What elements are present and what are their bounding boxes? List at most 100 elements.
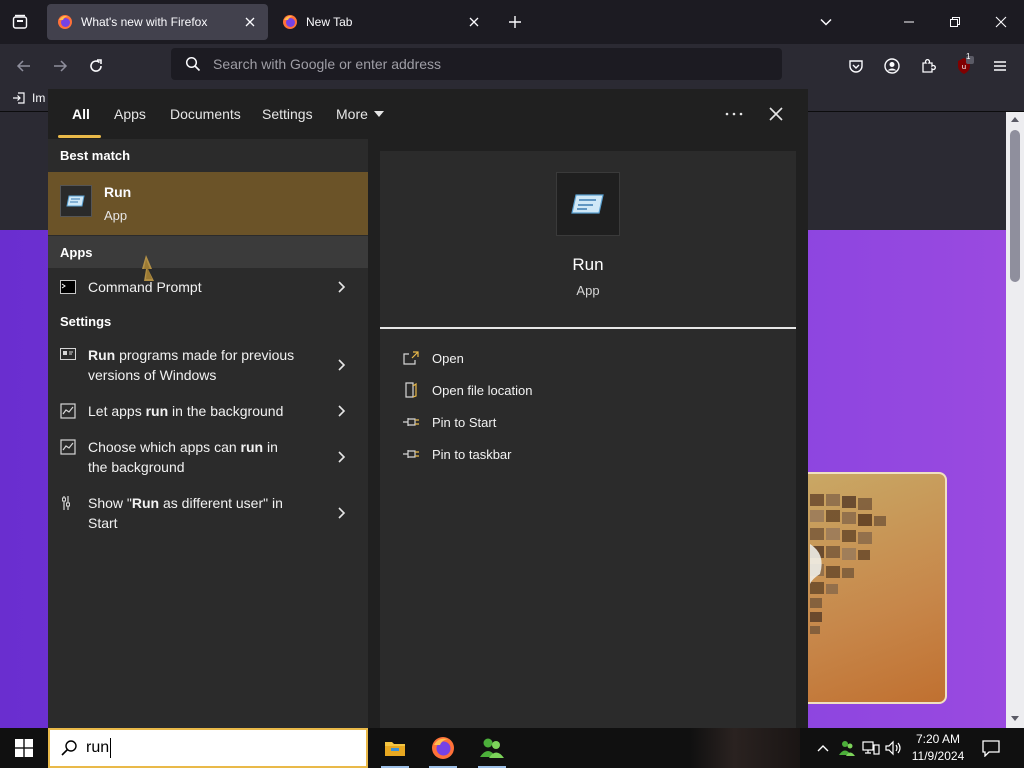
best-match-type: App	[104, 208, 128, 223]
highlight: run	[240, 439, 264, 455]
volume-icon[interactable]	[884, 738, 904, 758]
taskbar-wallpaper-area	[690, 728, 800, 768]
extension-badge-count: 1	[966, 52, 971, 61]
svg-text:u: u	[962, 63, 966, 71]
search-icon	[185, 56, 201, 72]
highlight: run	[145, 403, 169, 419]
taskbar-clock[interactable]: 7:20 AM 11/9/2024	[905, 731, 971, 765]
taskbar-people-app[interactable]	[468, 728, 516, 768]
page-scrollbar-thumb[interactable]	[1010, 130, 1020, 282]
browser-tabstrip: What's new with Firefox New Tab	[0, 0, 1024, 44]
result-label: Command Prompt	[88, 279, 202, 295]
action-pin-to-start[interactable]: Pin to Start	[402, 412, 496, 432]
reload-icon[interactable]	[82, 52, 110, 80]
network-icon[interactable]	[861, 738, 881, 758]
result-choose-apps-run-background[interactable]: Choose which apps can run in the backgro…	[48, 437, 368, 477]
clock-time: 7:20 AM	[915, 732, 961, 746]
taskbar-search-value: run	[86, 739, 110, 756]
clock-date: 11/9/2024	[911, 749, 965, 763]
tab-settings[interactable]: Settings	[262, 106, 313, 122]
pin-icon	[402, 446, 420, 462]
tab-close-icon[interactable]	[466, 14, 482, 30]
ublock-extension-icon[interactable]: u 1	[950, 52, 978, 80]
action-label: Pin to taskbar	[432, 446, 512, 462]
pin-icon	[402, 414, 420, 430]
firefox-view-icon[interactable]	[8, 10, 32, 34]
background-apps-icon	[60, 439, 76, 455]
hamburger-menu-icon[interactable]	[986, 52, 1014, 80]
windows-search-panel: All Apps Documents Settings More Best ma…	[48, 89, 808, 728]
people-app-icon	[479, 737, 505, 759]
action-label: Open	[432, 350, 464, 366]
section-best-match: Best match	[60, 148, 131, 163]
chevron-right-icon[interactable]	[335, 358, 349, 372]
close-icon[interactable]	[764, 102, 788, 126]
firefox-favicon-icon	[282, 14, 298, 30]
action-open-file-location[interactable]: Open file location	[402, 380, 532, 400]
search-results-list: Best match Run App Apps Command Prompt S…	[48, 139, 368, 728]
back-arrow-icon[interactable]	[10, 52, 38, 80]
address-bar[interactable]: Search with Google or enter address	[171, 48, 782, 80]
tab-more[interactable]: More	[336, 106, 384, 122]
more-options-ellipsis-icon[interactable]	[721, 102, 747, 126]
result-command-prompt[interactable]: Command Prompt	[48, 277, 368, 297]
start-windows-icon[interactable]	[0, 728, 48, 768]
run-app-icon	[60, 185, 92, 217]
window-restore-icon[interactable]	[932, 0, 978, 44]
scroll-up-arrow-icon[interactable]	[1011, 116, 1019, 122]
show-hidden-icons-chevron-icon[interactable]	[813, 738, 833, 758]
firefox-icon	[431, 736, 455, 760]
action-label: Pin to Start	[432, 414, 497, 430]
result-let-apps-run-background[interactable]: Let apps run in the background	[48, 401, 368, 421]
tab-new-tab[interactable]: New Tab	[272, 4, 492, 40]
list-all-tabs-chevron-icon[interactable]	[814, 10, 838, 34]
active-tab-indicator	[58, 135, 101, 138]
action-pin-to-taskbar[interactable]: Pin to taskbar	[402, 444, 512, 464]
result-text: in	[263, 439, 278, 455]
taskbar-file-explorer[interactable]	[371, 728, 419, 768]
result-run-programs-compat[interactable]: Run programs made for previous versions …	[48, 345, 368, 385]
windows-taskbar: run 7:20 AM 11/9/2024	[0, 728, 1024, 768]
action-open[interactable]: Open	[402, 348, 464, 368]
chevron-right-icon[interactable]	[335, 450, 349, 464]
bookmark-import[interactable]: Im	[12, 91, 45, 105]
result-text: in the background	[168, 403, 284, 419]
tab-close-icon[interactable]	[242, 14, 258, 30]
tab-documents[interactable]: Documents	[170, 106, 241, 122]
address-bar-placeholder: Search with Google or enter address	[213, 56, 442, 72]
result-text: programs made for previous	[115, 347, 295, 363]
chevron-right-icon[interactable]	[335, 280, 349, 294]
tab-apps[interactable]: Apps	[114, 106, 146, 122]
taskbar-search-input[interactable]: run	[48, 728, 368, 768]
result-text-line2: the background	[88, 459, 185, 475]
scroll-down-arrow-icon[interactable]	[1011, 716, 1019, 722]
best-match-run[interactable]: Run App	[48, 172, 368, 235]
tab-whats-new[interactable]: What's new with Firefox	[47, 4, 268, 40]
chevron-right-icon[interactable]	[335, 506, 349, 520]
result-show-run-as-different-user[interactable]: Show "Run as different user" in Start	[48, 493, 368, 533]
bookmark-label: Im	[32, 91, 46, 105]
pocket-icon[interactable]	[842, 52, 870, 80]
section-apps: Apps	[48, 236, 368, 268]
window-minimize-icon[interactable]	[886, 0, 932, 44]
search-filter-tabs: All Apps Documents Settings More	[48, 89, 808, 139]
window-close-icon[interactable]	[978, 0, 1024, 44]
import-icon	[12, 91, 26, 105]
open-icon	[402, 350, 420, 366]
new-tab-plus-icon[interactable]	[503, 10, 527, 34]
chevron-right-icon[interactable]	[335, 404, 349, 418]
tray-people-icon[interactable]	[837, 738, 857, 758]
forward-arrow-icon[interactable]	[46, 52, 74, 80]
extensions-puzzle-icon[interactable]	[914, 52, 942, 80]
firefox-favicon-icon	[57, 14, 73, 30]
tab-title: What's new with Firefox	[81, 15, 208, 29]
highlight: Run	[131, 495, 160, 511]
action-center-icon[interactable]	[980, 738, 1002, 758]
search-icon	[60, 739, 78, 757]
background-apps-icon	[60, 403, 76, 419]
taskbar-firefox[interactable]	[419, 728, 467, 768]
result-detail-pane: Run App Open Open file location Pin to S…	[380, 151, 796, 728]
tab-all[interactable]: All	[72, 106, 90, 122]
account-icon[interactable]	[878, 52, 906, 80]
detail-app-name: Run	[572, 255, 604, 274]
